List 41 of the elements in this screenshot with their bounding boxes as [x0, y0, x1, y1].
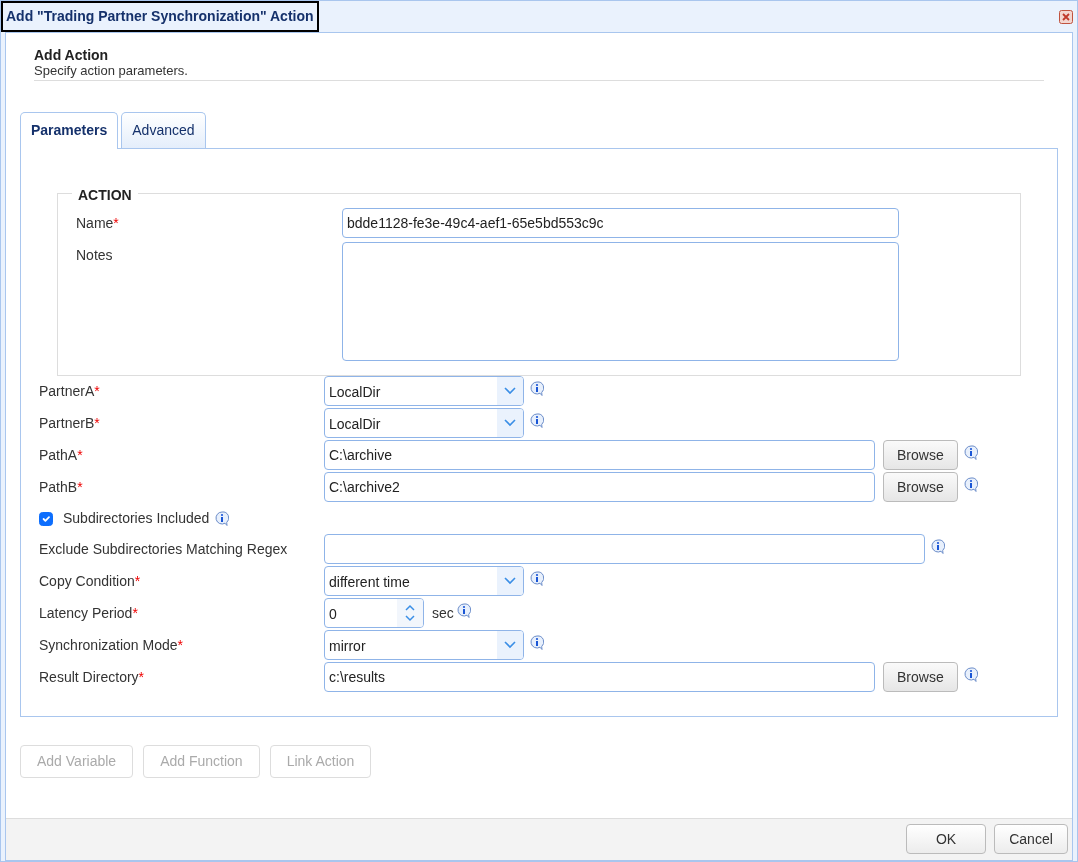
field-label: PathA*: [39, 446, 84, 465]
unit-label: sec: [432, 604, 454, 623]
header-subtitle: Specify action parameters.: [34, 63, 189, 78]
chevron-down-icon: [504, 577, 516, 585]
browse-button[interactable]: Browse: [883, 440, 958, 470]
tab[interactable]: Parameters: [20, 112, 119, 149]
dropdown[interactable]: mirror: [324, 630, 524, 660]
field-label: Copy Condition*: [39, 572, 142, 591]
field-label: Name*: [76, 214, 120, 233]
text-field[interactable]: bdde1128-fe3e-49c4-aef1-65e5bd553c9c: [342, 208, 899, 238]
field-label: Synchronization Mode*: [39, 636, 184, 655]
chevron-down-icon: [504, 387, 516, 395]
checkbox[interactable]: [39, 511, 53, 526]
chevron-down-icon: [504, 641, 516, 649]
chevron-down-icon: [504, 419, 516, 427]
dropdown[interactable]: different time: [324, 566, 524, 596]
browse-button[interactable]: Browse: [883, 472, 958, 502]
text-field[interactable]: c:\results: [324, 662, 875, 692]
field-label: Result Directory*: [39, 668, 146, 687]
notes-field[interactable]: [342, 242, 899, 361]
field-label: Notes: [76, 246, 114, 265]
dropdown[interactable]: LocalDir: [324, 376, 524, 406]
text-field[interactable]: [324, 534, 925, 564]
text-field[interactable]: C:\archive: [324, 440, 875, 470]
dropdown[interactable]: LocalDir: [324, 408, 524, 438]
number-field[interactable]: 0: [324, 598, 424, 628]
checkbox-label: Subdirectories Included: [63, 509, 210, 528]
cancel-button[interactable]: Cancel: [994, 824, 1068, 854]
header-title: Add Action: [34, 47, 110, 63]
field-label: PathB*: [39, 478, 84, 497]
close-icon[interactable]: [1059, 9, 1073, 24]
ok-button[interactable]: OK: [906, 824, 986, 854]
field-label: Latency Period*: [39, 604, 139, 623]
spinner-icon: [404, 604, 416, 622]
field-label: Exclude Subdirectories Matching Regex: [39, 540, 289, 559]
tab[interactable]: Advanced: [121, 112, 206, 148]
field-label: PartnerB*: [39, 414, 101, 433]
text-field[interactable]: C:\archive2: [324, 472, 875, 502]
field-label: PartnerA*: [39, 382, 101, 401]
browse-button[interactable]: Browse: [883, 662, 958, 692]
dialog-title: Add "Trading Partner Synchronization" Action: [1, 0, 319, 32]
